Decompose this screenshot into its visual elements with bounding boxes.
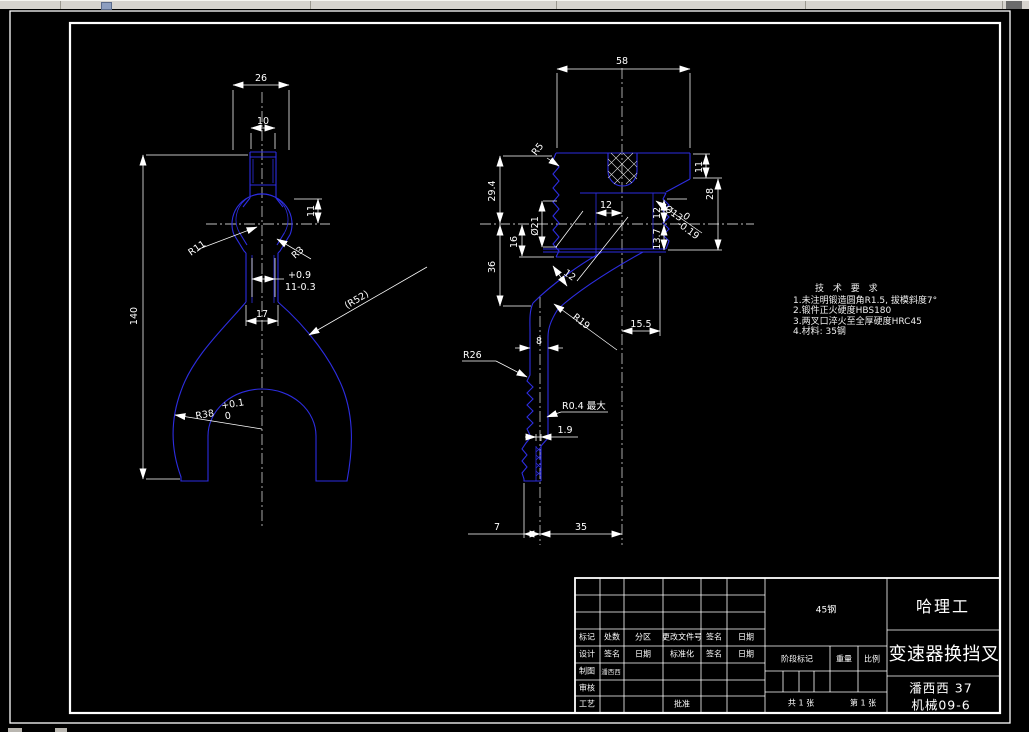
tb-draft-signature: 潘西西 (601, 668, 621, 676)
dim-r38-lower: 0 (224, 411, 232, 423)
tb-approve-label: 批准 (674, 699, 690, 709)
tb-std-sign: 签名 (706, 649, 722, 659)
dim-1-9: 1.9 (557, 425, 572, 436)
tech-req-item: 2.锻件正火硬度HBS180 (793, 306, 892, 316)
tb-stage-label: 阶段标记 (781, 654, 813, 664)
dim-13-7: 13.7 (652, 228, 663, 249)
dim-26: 26 (255, 73, 267, 84)
dim-r11: R11 (186, 239, 208, 259)
tb-material: 45钢 (815, 605, 837, 616)
dim-58: 58 (616, 56, 628, 67)
front-view: 26 10 140 11 R11 R3 +0.9 11-0.3 17 R38 +… (129, 73, 428, 528)
dim-r26: R26 (463, 350, 482, 361)
dim-12-pad: 12 (652, 207, 663, 219)
tb-design: 设计 (579, 649, 595, 659)
cad-application-window: 26 10 140 11 R11 R3 +0.9 11-0.3 17 R38 +… (0, 0, 1029, 732)
dim-11-boss: 11 (306, 205, 317, 217)
tb-sheet-total: 共 1 张 (787, 698, 815, 708)
tb-draft-label: 制图 (579, 666, 595, 676)
technical-requirements: 技 术 要 求 1.未注明锻造圆角R1.5, 拔模斜度7° 2.锻件正火硬度HB… (793, 284, 978, 338)
dim-slot-value: 11-0.3 (285, 282, 316, 293)
tb-company: 哈理工 (915, 597, 971, 616)
dim-140: 140 (129, 307, 140, 325)
tb-process-label: 工艺 (579, 699, 595, 709)
tb-header-mark: 标记 (579, 632, 595, 642)
dim-r5: R5 (530, 141, 546, 158)
dim-r38: R38 (195, 408, 215, 422)
dim-16: 16 (509, 236, 520, 248)
sheet-frames (9, 10, 1011, 724)
tb-design-sign: 签名 (604, 649, 620, 659)
tb-design-date: 日期 (635, 649, 651, 659)
tech-req-item: 1.未注明锻造圆角R1.5, 拔模斜度7° (793, 295, 938, 306)
tb-header-count: 处数 (604, 632, 620, 642)
dim-11: 11 (694, 161, 705, 173)
tb-header-docno: 更改文件号 (662, 632, 702, 642)
dim-r38-upper: +0.1 (220, 397, 245, 411)
tech-req-item: 3.两叉口淬火至全厚硬度HRC45 (793, 316, 922, 327)
dim-29-4: 29.4 (487, 180, 498, 201)
dim-28: 28 (705, 188, 716, 200)
dim-36: 36 (487, 261, 498, 273)
dim-r3: R3 (290, 245, 307, 262)
dim-r52: (R52) (343, 289, 371, 312)
tech-req-title: 技 术 要 求 (815, 284, 881, 294)
dim-r04-max: R0.4 最大 (562, 400, 606, 412)
dim-d21: Ø21 (530, 216, 541, 236)
tb-part-name: 变速器换挡叉 (888, 644, 1000, 665)
tb-scale-label: 比例 (864, 654, 880, 664)
tb-check-label: 审核 (579, 683, 595, 693)
tech-req-item: 4.材料: 35钢 (793, 327, 846, 337)
side-view: 58 R5 11 28 29.4 Ø21 16 36 12 12 12 13.7… (462, 56, 754, 545)
tb-std-date: 日期 (738, 649, 754, 659)
dim-8: 8 (536, 336, 542, 347)
tb-sheet-no: 第 1 张 (849, 698, 877, 708)
dim-17: 17 (256, 309, 268, 320)
dim-d13-lower: -0.19 (675, 219, 701, 242)
side-view-dimensions: 58 R5 11 28 29.4 Ø21 16 36 12 12 12 13.7… (462, 56, 722, 538)
tb-class-no: 机械09-6 (911, 697, 971, 713)
tb-header-zone: 分区 (635, 632, 651, 642)
tb-standardize: 标准化 (670, 649, 694, 659)
dim-7: 7 (494, 522, 500, 533)
tb-header-date: 日期 (738, 632, 754, 642)
tb-header-sign: 签名 (706, 632, 722, 642)
dim-slot-tol-upper: +0.9 (288, 270, 311, 281)
tb-weight-label: 重量 (836, 654, 852, 664)
dim-12-hub: 12 (600, 200, 612, 211)
dim-10: 10 (257, 116, 269, 127)
dim-35: 35 (575, 522, 587, 533)
dim-15-5: 15.5 (630, 319, 651, 330)
cad-canvas[interactable]: 26 10 140 11 R11 R3 +0.9 11-0.3 17 R38 +… (0, 0, 1029, 732)
